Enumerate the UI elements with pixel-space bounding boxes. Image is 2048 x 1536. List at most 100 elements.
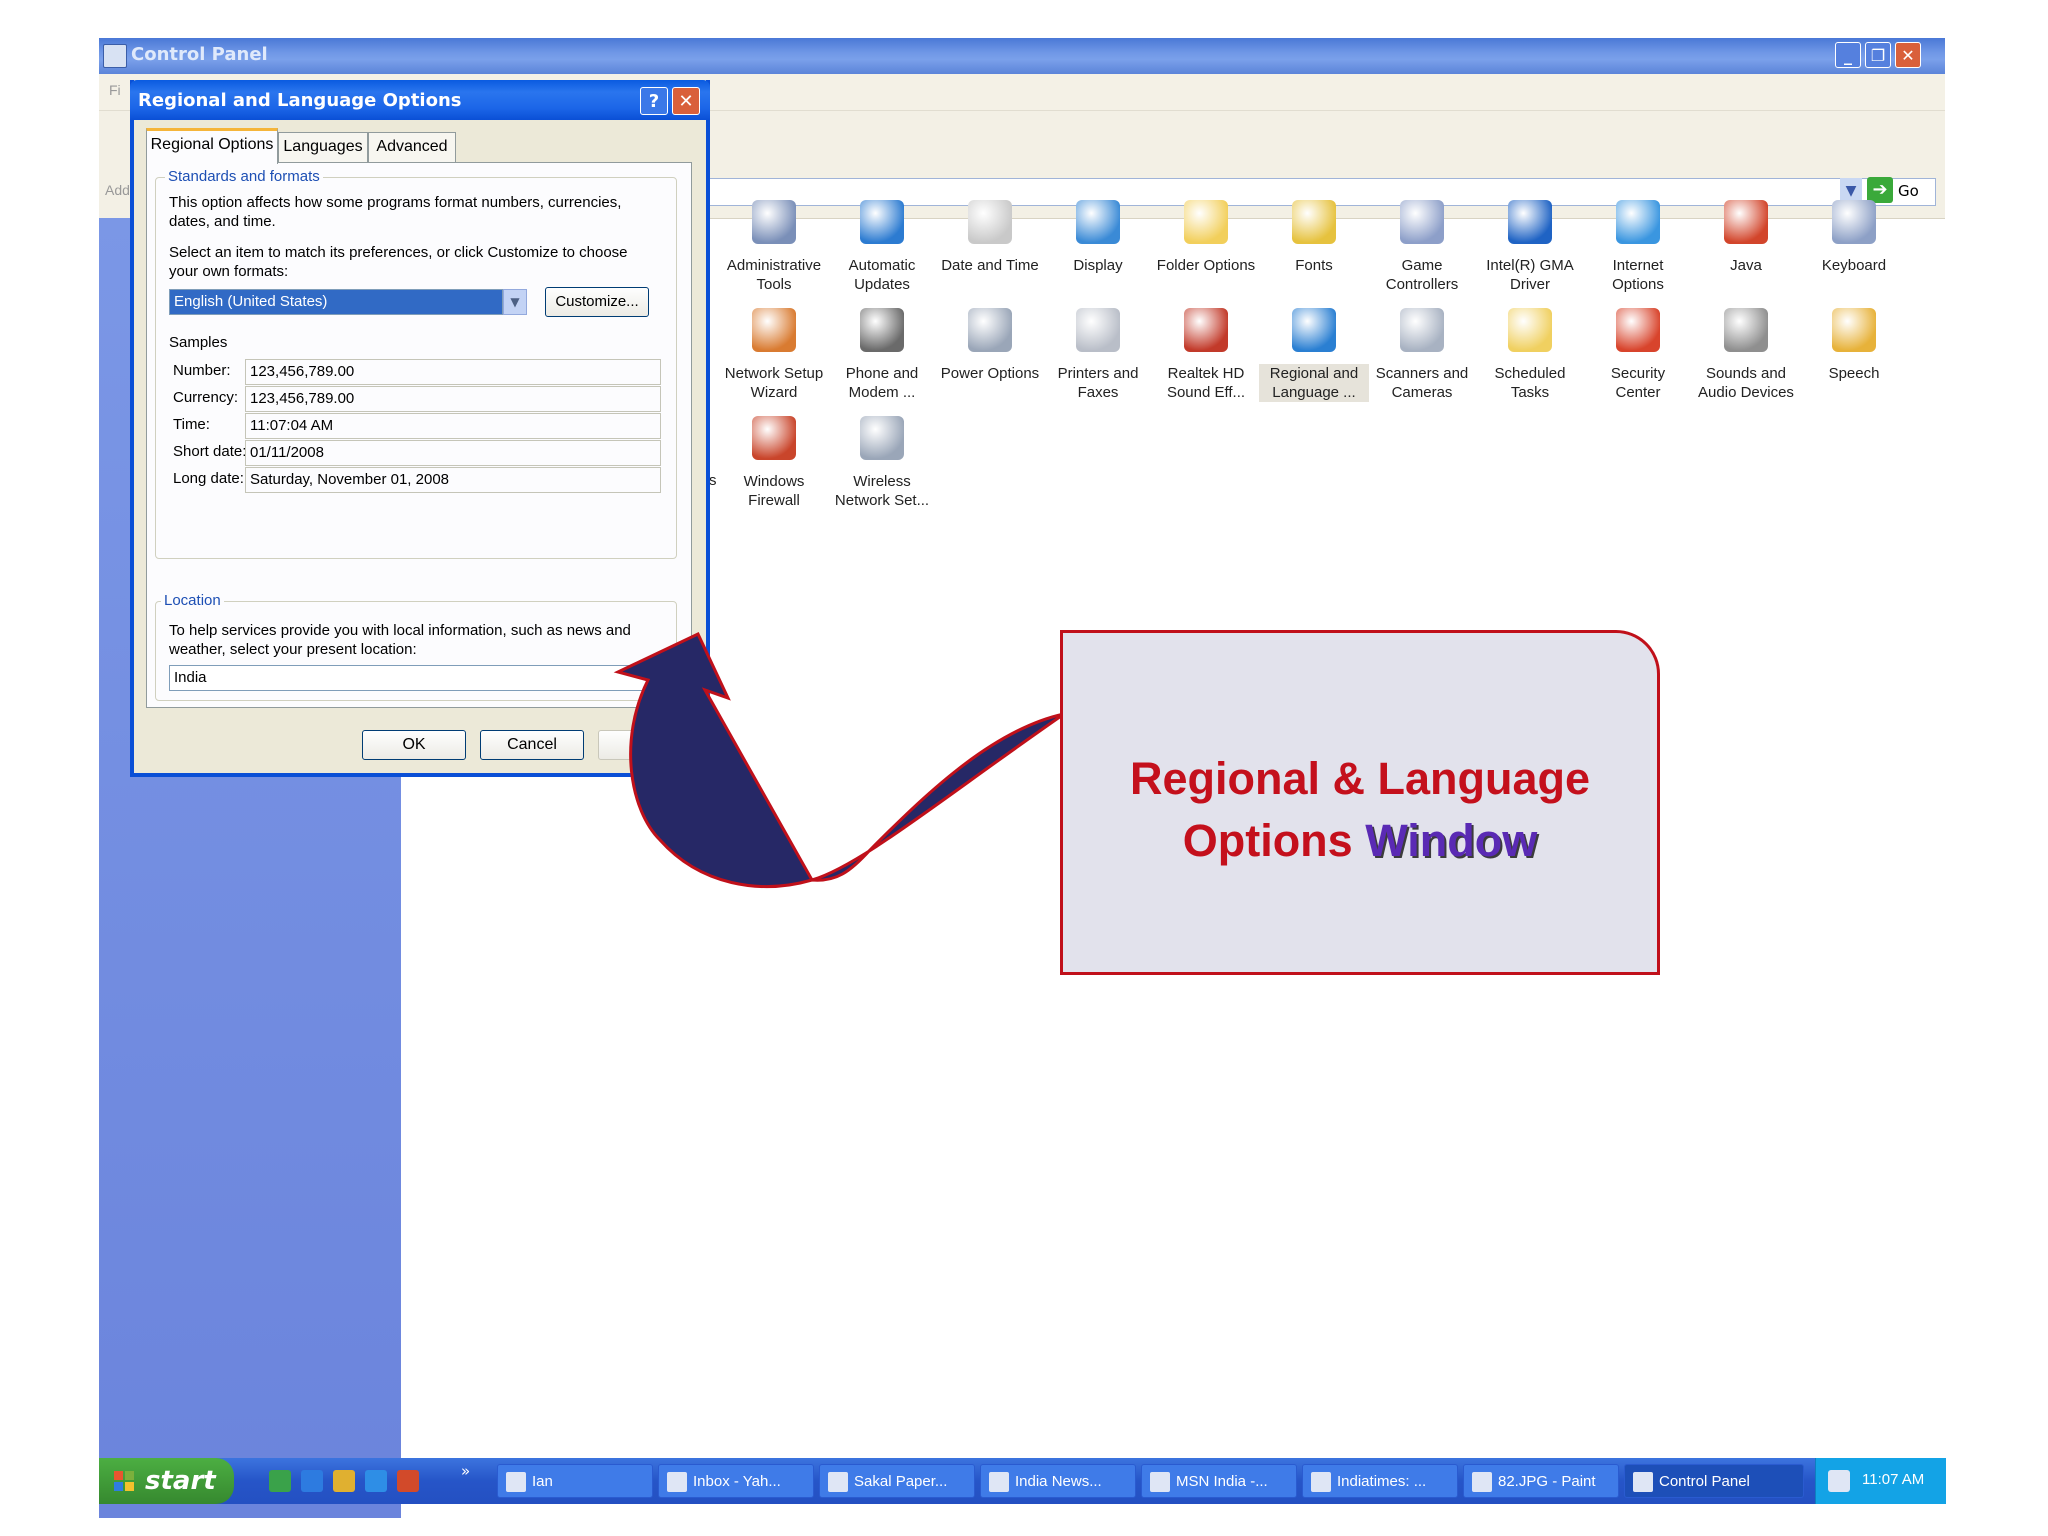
taskbar-button-label: Indiatimes: ... xyxy=(1337,1473,1427,1490)
formats-dropdown[interactable]: English (United States) xyxy=(169,289,503,315)
clock: 11:07 AM xyxy=(1862,1471,1925,1488)
cp-item-date-time[interactable]: Date and Time xyxy=(935,200,1045,308)
cp-item-java[interactable]: Java xyxy=(1691,200,1801,308)
cp-item-label: Realtek HD Sound Eff... xyxy=(1166,365,1246,401)
control-panel-icon xyxy=(103,44,127,68)
windows-firewall-icon xyxy=(752,416,796,460)
security-center-icon xyxy=(1616,308,1660,352)
cp-item-scheduled-tasks[interactable]: Scheduled Tasks xyxy=(1475,308,1585,416)
cp-item-scanners-cameras[interactable]: Scanners and Cameras xyxy=(1367,308,1477,416)
cp-item-label: Scheduled Tasks xyxy=(1494,365,1566,401)
cp-item-label: Phone and Modem ... xyxy=(845,365,919,401)
network-setup-icon xyxy=(752,308,796,352)
quick-launch-5-icon[interactable] xyxy=(397,1470,419,1492)
cp-item-display[interactable]: Display xyxy=(1043,200,1153,308)
administrative-tools-icon xyxy=(752,200,796,244)
cp-item-security-center[interactable]: Security Center xyxy=(1583,308,1693,416)
tab-regional-options[interactable]: Regional Options xyxy=(146,128,278,164)
cp-item-internet-options[interactable]: Internet Options xyxy=(1583,200,1693,308)
fonts-icon xyxy=(1292,200,1336,244)
cp-item-fonts[interactable]: Fonts xyxy=(1259,200,1369,308)
close-button[interactable]: ✕ xyxy=(1895,42,1921,68)
taskbar-button[interactable]: Indiatimes: ... xyxy=(1302,1464,1458,1498)
cp-item-automatic-updates[interactable]: Automatic Updates xyxy=(827,200,937,308)
quick-launch-1-icon[interactable] xyxy=(269,1470,291,1492)
cp-item-game-controllers[interactable]: Game Controllers xyxy=(1367,200,1477,308)
browser-icon xyxy=(828,1472,848,1492)
dialog-close-button[interactable]: ✕ xyxy=(672,87,700,115)
tab-languages[interactable]: Languages xyxy=(278,132,368,162)
folder-options-icon xyxy=(1184,200,1228,244)
cp-item-regional-language[interactable]: Regional and Language ... xyxy=(1259,308,1369,416)
dialog-titlebar[interactable]: Regional and Language Options ? ✕ xyxy=(130,80,710,120)
menu-file[interactable]: Fi xyxy=(109,82,121,98)
scanners-cameras-icon xyxy=(1400,308,1444,352)
taskbar-button[interactable]: Inbox - Yah... xyxy=(658,1464,814,1498)
cp-item-label: Intel(R) GMA Driver xyxy=(1486,257,1574,293)
taskbar: start » 11:07 AM Ian Inbox - Yah... Sakal … xyxy=(99,1458,1946,1504)
quick-launch-chevron[interactable]: » xyxy=(461,1462,470,1480)
cancel-button[interactable]: Cancel xyxy=(480,730,584,760)
sample-label: Long date: xyxy=(173,470,244,487)
apply-button[interactable]: Ap xyxy=(598,730,702,760)
cp-item-label: Printers and Faxes xyxy=(1057,365,1139,401)
cp-item-realtek-sound[interactable]: Realtek HD Sound Eff... xyxy=(1151,308,1261,416)
cp-item-intel-gma[interactable]: Intel(R) GMA Driver xyxy=(1475,200,1585,308)
sample-label: Number: xyxy=(173,362,231,379)
cp-item-folder-options[interactable]: Folder Options xyxy=(1151,200,1261,308)
taskbar-button[interactable]: India News... xyxy=(980,1464,1136,1498)
taskbar-button[interactable]: Sakal Paper... xyxy=(819,1464,975,1498)
tab-advanced[interactable]: Advanced xyxy=(368,132,456,162)
standards-group-title: Standards and formats xyxy=(165,168,323,185)
cp-item-sounds-audio[interactable]: Sounds and Audio Devices xyxy=(1691,308,1801,416)
chevron-down-icon[interactable]: ▼ xyxy=(503,289,527,315)
cp-item-label: Fonts xyxy=(1295,257,1333,274)
customize-button[interactable]: Customize... xyxy=(545,287,649,317)
cp-item-windows-firewall[interactable]: Windows Firewall xyxy=(719,416,829,524)
go-button[interactable]: Go xyxy=(1898,182,1919,200)
callout-line-1: Regional & Language xyxy=(1129,753,1591,804)
sample-value-field: 11:07:04 AM xyxy=(245,413,661,439)
cp-item-power-options[interactable]: Power Options xyxy=(935,308,1045,416)
ok-button[interactable]: OK xyxy=(362,730,466,760)
taskbar-button[interactable]: MSN India -... xyxy=(1141,1464,1297,1498)
printers-faxes-icon xyxy=(1076,308,1120,352)
cp-item-label: Sounds and Audio Devices xyxy=(1698,365,1794,401)
browser-icon xyxy=(1150,1472,1170,1492)
cp-item-speech[interactable]: Speech xyxy=(1799,308,1909,416)
select-description: Select an item to match its preferences,… xyxy=(169,244,628,280)
cp-item-label: Wireless Network Set... xyxy=(834,473,930,509)
samples-label: Samples xyxy=(169,334,228,351)
window-title: Control Panel xyxy=(131,44,268,65)
cp-item-network-setup[interactable]: Network Setup Wizard xyxy=(719,308,829,416)
taskbar-button-label: Ian xyxy=(532,1473,553,1490)
quick-launch-2-icon[interactable] xyxy=(301,1470,323,1492)
cp-item-label: Power Options xyxy=(940,365,1040,382)
taskbar-button[interactable]: Control Panel xyxy=(1624,1464,1804,1498)
power-options-icon xyxy=(968,308,1012,352)
restore-button[interactable]: ❐ xyxy=(1865,42,1891,68)
sample-label: Time: xyxy=(173,416,210,433)
quick-launch-3-icon[interactable] xyxy=(333,1470,355,1492)
callout-line-2: Options Window xyxy=(1060,810,1660,872)
cp-item-label: Java xyxy=(1730,257,1762,274)
location-dropdown[interactable]: India xyxy=(169,665,659,691)
cp-item-phone-modem[interactable]: Phone and Modem ... xyxy=(827,308,937,416)
start-button[interactable]: start xyxy=(99,1458,234,1504)
minimize-button[interactable]: _ xyxy=(1835,42,1861,68)
help-button[interactable]: ? xyxy=(640,87,668,115)
cp-item-administrative-tools[interactable]: Administrative Tools xyxy=(719,200,829,308)
browser-icon xyxy=(1311,1472,1331,1492)
network-tray-icon[interactable] xyxy=(1828,1470,1850,1492)
taskbar-button[interactable]: 82.JPG - Paint xyxy=(1463,1464,1619,1498)
sample-value-field: 123,456,789.00 xyxy=(245,359,661,385)
clipped-icon-label: s xyxy=(709,472,717,489)
control-panel-titlebar[interactable]: Control Panel _ ❐ ✕ xyxy=(99,38,1945,74)
quick-launch-ie-icon[interactable] xyxy=(365,1470,387,1492)
cp-item-wireless-network[interactable]: Wireless Network Set... xyxy=(827,416,937,524)
taskbar-button[interactable]: Ian xyxy=(497,1464,653,1498)
cp-item-keyboard[interactable]: Keyboard xyxy=(1799,200,1909,308)
sample-label: Currency: xyxy=(173,389,239,406)
cp-item-label: Network Setup Wizard xyxy=(724,365,824,401)
cp-item-printers-faxes[interactable]: Printers and Faxes xyxy=(1043,308,1153,416)
